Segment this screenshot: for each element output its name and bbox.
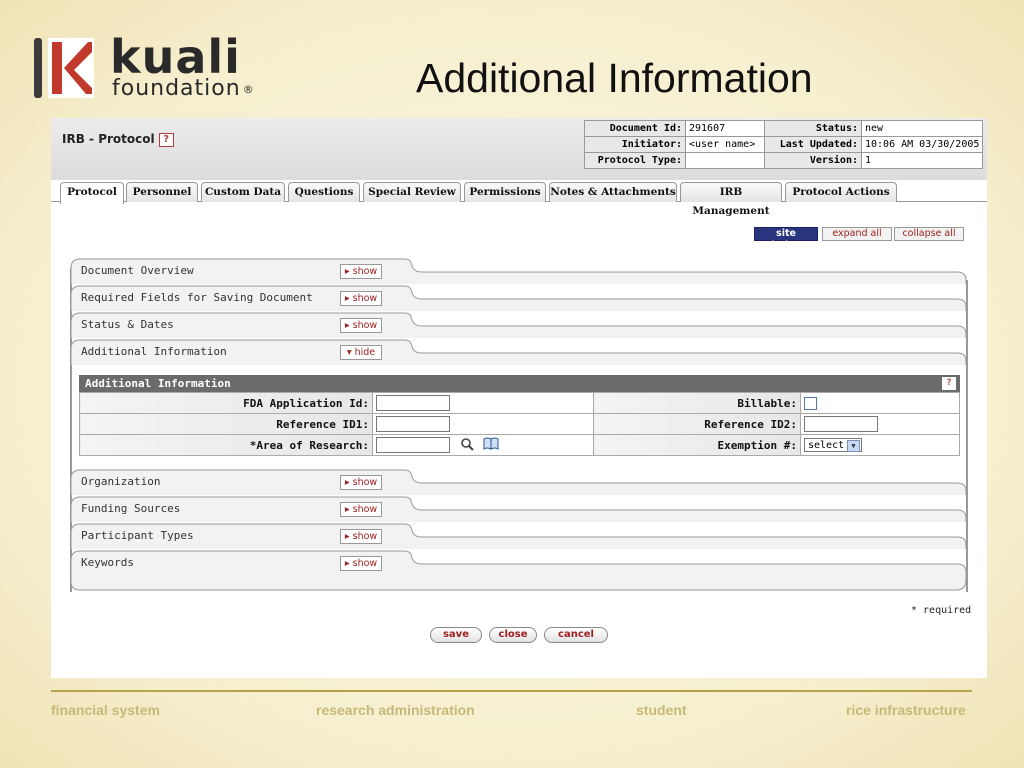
billable-label: Billable:: [593, 392, 801, 414]
chevron-down-icon: ▼: [847, 440, 860, 452]
document-title: IRB - Protocol?: [62, 132, 174, 147]
reference-id2-label: Reference ID2:: [593, 413, 801, 435]
fda-application-id-input[interactable]: [376, 395, 450, 411]
save-button[interactable]: save: [430, 627, 482, 643]
footer-financial-system: financial system: [51, 702, 160, 718]
hide-toggle-button[interactable]: ▾ hide: [340, 345, 382, 360]
reference-id1-input[interactable]: [376, 416, 450, 432]
cancel-button[interactable]: cancel: [544, 627, 608, 643]
reference-id2-cell: [800, 413, 960, 435]
status-label: Status:: [764, 120, 862, 137]
tab-irb-management[interactable]: IRB Management: [680, 182, 782, 217]
billable-checkbox[interactable]: [804, 396, 817, 410]
last-updated-label: Last Updated:: [764, 136, 862, 153]
section-participant-types: Participant Types ▸ show: [70, 523, 967, 549]
doc-id-label: Document Id:: [584, 120, 686, 137]
exemption-select[interactable]: select ▼: [804, 438, 862, 452]
tab-questions[interactable]: Questions: [288, 182, 360, 202]
section-label: Additional Information: [81, 345, 227, 358]
footer-divider: [51, 690, 972, 692]
additional-information-title: Additional Information ?: [79, 375, 960, 392]
section-label: Funding Sources: [81, 502, 181, 515]
exemption-cell: select ▼: [800, 434, 960, 456]
fda-application-id-cell: [372, 392, 594, 414]
tab-protocol-actions[interactable]: Protocol Actions: [785, 182, 897, 202]
logo-sub-text: foundation ®: [112, 76, 255, 101]
show-toggle-button[interactable]: ▸ show: [340, 502, 382, 517]
section-label: Participant Types: [81, 529, 194, 542]
tab-notes-attachments[interactable]: Notes & Attachments: [549, 182, 677, 202]
exemption-label: Exemption #:: [593, 434, 801, 456]
section-required-fields: Required Fields for Saving Document ▸ sh…: [70, 285, 967, 311]
show-toggle-button[interactable]: ▸ show: [340, 556, 382, 571]
section-label: Keywords: [81, 556, 134, 569]
section-keywords: Keywords ▸ show: [70, 550, 967, 592]
doc-id-value: 291607: [685, 120, 765, 137]
section-label: Organization: [81, 475, 161, 488]
section-label: Document Overview: [81, 264, 194, 277]
section-organization: Organization ▸ show: [70, 469, 967, 495]
logo-k-mark: [48, 38, 94, 98]
document-panel: IRB - Protocol? Document Id: 291607 Stat…: [51, 118, 987, 678]
tab-personnel[interactable]: Personnel: [126, 182, 198, 202]
version-value: 1: [860, 152, 984, 169]
section-funding-sources: Funding Sources ▸ show: [70, 496, 967, 522]
show-toggle-button[interactable]: ▸ show: [340, 318, 382, 333]
tab-special-review[interactable]: Special Review: [363, 182, 461, 202]
section-status-dates: Status & Dates ▸ show: [70, 312, 967, 338]
additional-information-table: FDA Application Id: Billable: Reference …: [79, 392, 960, 456]
additional-information-panel: Additional Information ? FDA Application…: [79, 375, 960, 461]
area-of-research-input[interactable]: [376, 437, 450, 453]
slide-title: Additional Information: [416, 55, 813, 101]
document-header: IRB - Protocol? Document Id: 291607 Stat…: [51, 118, 987, 180]
status-value: new: [860, 120, 984, 137]
show-toggle-button[interactable]: ▸ show: [340, 529, 382, 544]
protocol-type-label: Protocol Type:: [584, 152, 686, 169]
site-index-button[interactable]: site index: [754, 227, 818, 251]
reference-id2-input[interactable]: [804, 416, 878, 432]
section-label: Status & Dates: [81, 318, 174, 331]
book-direct-inquiry-icon[interactable]: [483, 437, 499, 453]
kuali-logo: kuali foundation ®: [34, 30, 294, 106]
section-label: Required Fields for Saving Document: [81, 291, 313, 304]
close-button[interactable]: close: [489, 627, 537, 643]
area-of-research-label: *Area of Research:: [79, 434, 373, 456]
footer-rice-infrastructure: rice infrastructure: [846, 702, 966, 718]
show-toggle-button[interactable]: ▸ show: [340, 264, 382, 279]
reference-id1-cell: [372, 413, 594, 435]
tab-permissions[interactable]: Permissions: [464, 182, 546, 202]
required-note: * required: [911, 605, 972, 616]
tab-protocol[interactable]: Protocol: [60, 182, 124, 204]
billable-cell: [800, 392, 960, 414]
show-toggle-button[interactable]: ▸ show: [340, 291, 382, 306]
section-additional-information: Additional Information ▾ hide: [70, 339, 967, 365]
version-label: Version:: [764, 152, 862, 169]
help-icon[interactable]: ?: [942, 377, 956, 390]
tab-custom-data[interactable]: Custom Data: [201, 182, 285, 202]
search-lookup-icon[interactable]: [460, 437, 474, 454]
footer-student: student: [636, 702, 687, 718]
initiator-label: Initiator:: [584, 136, 686, 153]
initiator-value: <user name>: [685, 136, 765, 153]
collapse-all-button[interactable]: collapse all: [894, 227, 964, 241]
fda-application-id-label: FDA Application Id:: [79, 392, 373, 414]
section-document-overview: Document Overview ▸ show: [70, 258, 967, 284]
area-of-research-cell: [372, 434, 594, 456]
reference-id1-label: Reference ID1:: [79, 413, 373, 435]
document-info-table: Document Id: 291607 Status: new Initiato…: [584, 120, 984, 169]
show-toggle-button[interactable]: ▸ show: [340, 475, 382, 490]
expand-all-button[interactable]: expand all: [822, 227, 892, 241]
footer-research-administration: research administration: [316, 702, 475, 718]
protocol-type-value: [685, 152, 765, 169]
help-icon[interactable]: ?: [158, 132, 174, 147]
logo-bracket: [34, 38, 42, 98]
last-updated-value: 10:06 AM 03/30/2005: [860, 136, 984, 153]
